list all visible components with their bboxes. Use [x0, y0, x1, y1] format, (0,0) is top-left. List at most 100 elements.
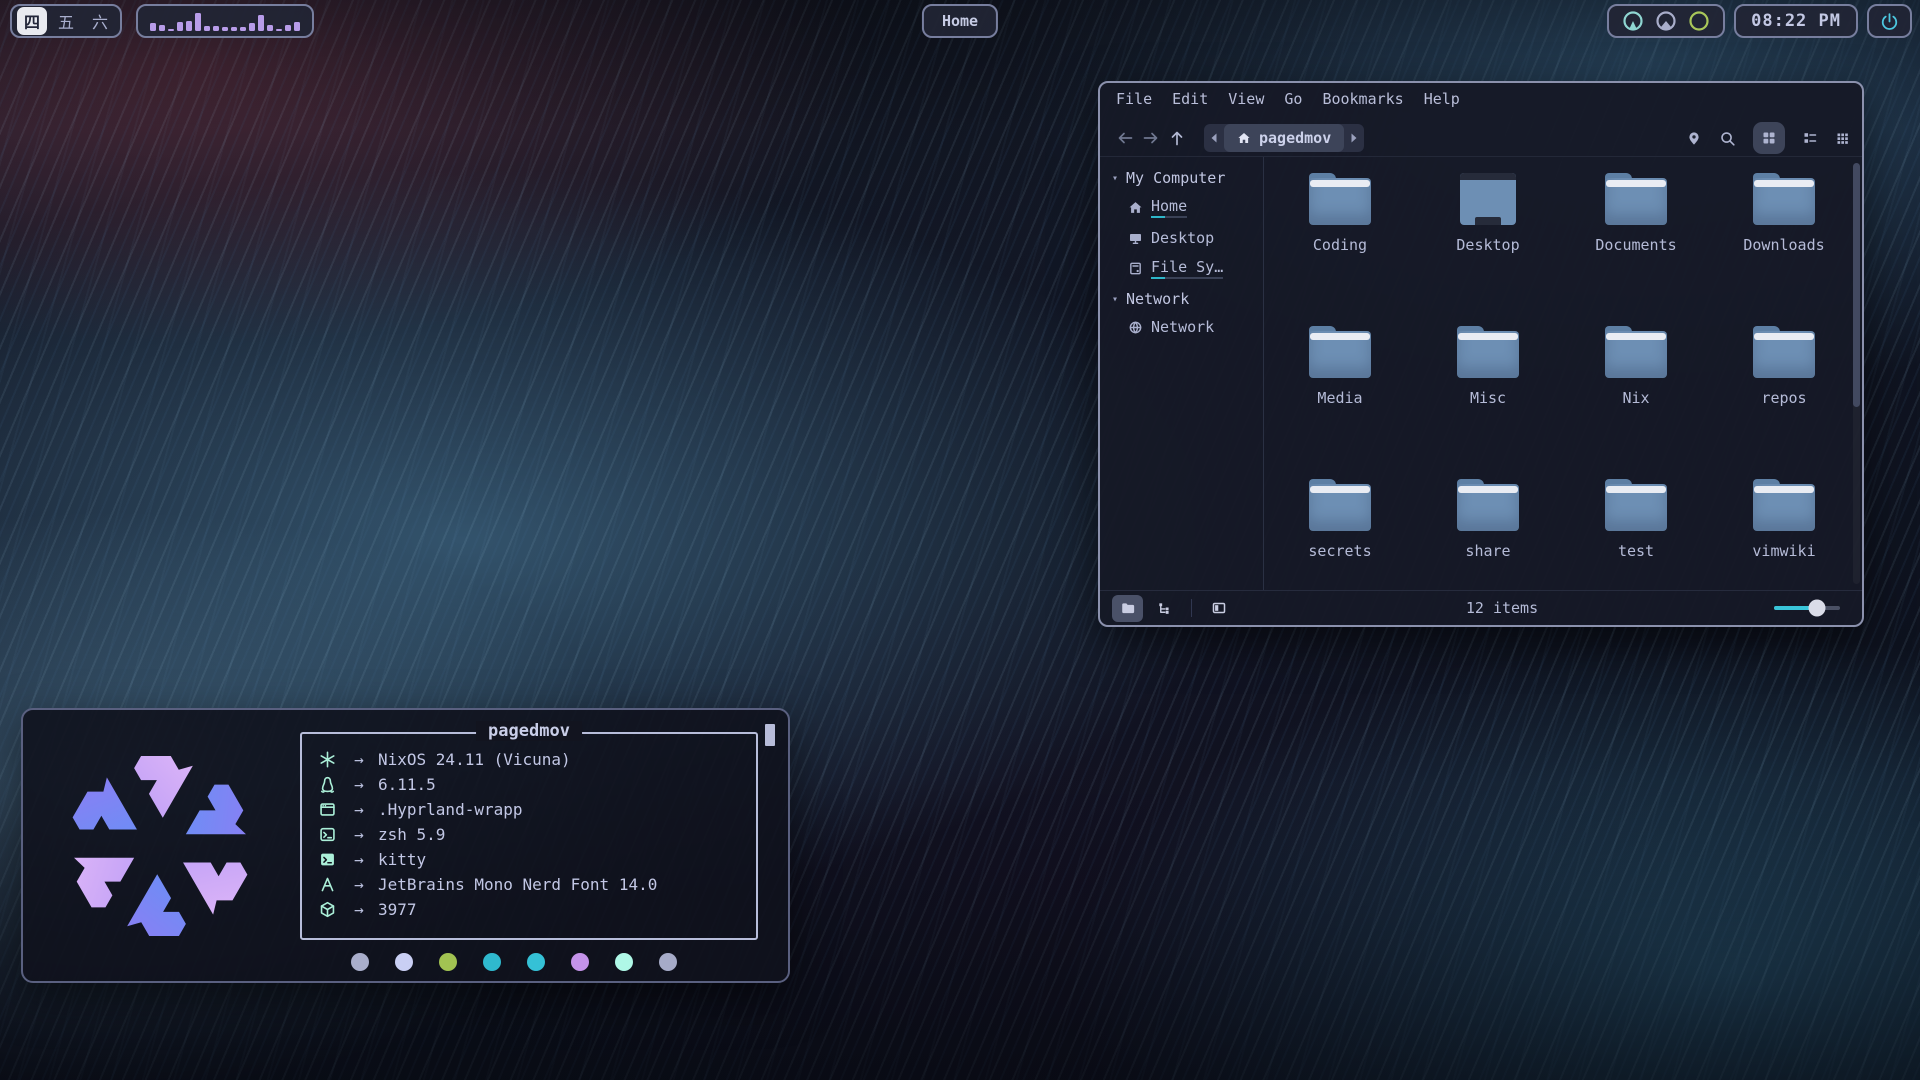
fastfetch-box: pagedmov →NixOS 24.11 (Vicuna)→6.11.5→.H…: [300, 732, 758, 940]
side-pane-toggle-button[interactable]: [1203, 595, 1234, 622]
sidebar-item-desktop[interactable]: Desktop: [1128, 229, 1259, 247]
visualizer-bar: [150, 23, 156, 31]
fastfetch-rows: →NixOS 24.11 (Vicuna)→6.11.5→.Hyprland-w…: [302, 734, 756, 922]
system-gauges[interactable]: [1607, 4, 1725, 38]
list-view-button[interactable]: [1802, 130, 1818, 146]
folder-label: secrets: [1308, 542, 1371, 560]
folder-icon: [1309, 326, 1371, 378]
visualizer-bar: [267, 25, 273, 31]
folder-vimwiki[interactable]: vimwiki: [1710, 473, 1858, 626]
folder-downloads[interactable]: Downloads: [1710, 167, 1858, 320]
folder-media[interactable]: Media: [1266, 320, 1414, 473]
visualizer-bar: [195, 13, 201, 31]
power-button[interactable]: [1867, 4, 1912, 38]
folder-desktop[interactable]: Desktop: [1414, 167, 1562, 320]
fetch-row-wm: →.Hyprland-wrapp: [314, 797, 756, 822]
folder-share[interactable]: share: [1414, 473, 1562, 626]
folder-icon: [1605, 173, 1667, 225]
chevron-down-icon: ▾: [1112, 173, 1118, 184]
folder-label: repos: [1761, 389, 1806, 407]
sidebar-item-label: File Sy…: [1151, 258, 1223, 279]
sidebar-item-label: Network: [1151, 318, 1214, 336]
visualizer-bar: [294, 22, 300, 31]
visualizer-bar: [186, 21, 192, 31]
home-side-icon: [1128, 200, 1143, 215]
folder-strip: [1606, 180, 1666, 187]
folder-nix[interactable]: Nix: [1562, 320, 1710, 473]
visualizer-bar: [213, 26, 219, 31]
scrollbar[interactable]: [1853, 163, 1860, 584]
visualizer-bar: [222, 27, 228, 31]
tree-view-toggle-button[interactable]: [1149, 595, 1180, 622]
workspace-3[interactable]: 六: [85, 7, 115, 35]
wm-icon: [314, 801, 340, 818]
gauge-icon-3: [1688, 10, 1710, 32]
terminal-cursor: [765, 724, 775, 746]
shell-icon: [314, 826, 340, 843]
drive-side-icon: [1128, 261, 1143, 276]
zoom-slider[interactable]: [1774, 606, 1840, 610]
folder-label: Nix: [1622, 389, 1649, 407]
icon-view-toggle-button[interactable]: [1112, 595, 1143, 622]
menu-edit[interactable]: Edit: [1172, 90, 1208, 120]
active-window-title-label: Home: [942, 12, 978, 30]
desktop-topbar: [1460, 173, 1516, 180]
folder-icon: [1753, 173, 1815, 225]
sidebar-section-label: Network: [1126, 290, 1189, 308]
folder-label: Documents: [1595, 236, 1676, 254]
folder-icon: [1309, 173, 1371, 225]
workspace-switcher[interactable]: 四五六: [10, 4, 122, 38]
forward-button[interactable]: [1138, 129, 1164, 147]
scrollbar-thumb[interactable]: [1853, 163, 1860, 407]
status-divider: [1191, 599, 1192, 617]
menu-view[interactable]: View: [1228, 90, 1264, 120]
folder-misc[interactable]: Misc: [1414, 320, 1562, 473]
folder-icon: [1753, 326, 1815, 378]
visualizer-bar: [168, 29, 174, 31]
visualizer-bar: [240, 27, 246, 31]
folder-view: CodingDesktop Documents Downloads MediaMisc…: [1264, 157, 1862, 590]
top-bar-right: 08:22 PM: [1607, 4, 1912, 38]
folder-secrets[interactable]: secrets: [1266, 473, 1414, 626]
folder-test[interactable]: test: [1562, 473, 1710, 626]
active-window-title[interactable]: Home: [922, 4, 998, 38]
menu-help[interactable]: Help: [1424, 90, 1460, 120]
location-pin-button[interactable]: [1686, 130, 1702, 146]
workspace-1[interactable]: 四: [17, 7, 47, 35]
clock[interactable]: 08:22 PM: [1734, 4, 1858, 38]
terminal-window[interactable]: pagedmov →NixOS 24.11 (Vicuna)→6.11.5→.H…: [21, 708, 790, 983]
folder-label: test: [1618, 542, 1654, 560]
sidebar-item-network[interactable]: Network: [1128, 318, 1259, 336]
menu-go[interactable]: Go: [1284, 90, 1302, 120]
toolbar-right: [1686, 122, 1850, 154]
workspace-2[interactable]: 五: [51, 7, 81, 35]
fetch-row-font: →JetBrains Mono Nerd Font 14.0: [314, 872, 756, 897]
folder-strip: [1310, 486, 1370, 493]
sidebar-item-home[interactable]: Home: [1128, 197, 1259, 218]
menu-bookmarks[interactable]: Bookmarks: [1322, 90, 1403, 120]
sidebar-section-network[interactable]: ▾Network: [1112, 290, 1259, 308]
folder-repos[interactable]: repos: [1710, 320, 1858, 473]
folder-coding[interactable]: Coding: [1266, 167, 1414, 320]
folder-strip: [1310, 333, 1370, 340]
sidebar-item-filesy[interactable]: File Sy…: [1128, 258, 1259, 279]
back-button[interactable]: [1112, 129, 1138, 147]
breadcrumb-prev-button[interactable]: [1204, 124, 1224, 152]
search-button[interactable]: [1719, 130, 1736, 147]
terminal-icon: [314, 851, 340, 868]
breadcrumb-next-button[interactable]: [1344, 124, 1364, 152]
compact-view-button[interactable]: [1835, 131, 1850, 146]
visualizer-bar: [177, 22, 183, 31]
breadcrumb-path-chip[interactable]: pagedmov: [1224, 124, 1344, 152]
font-icon: [314, 876, 340, 893]
visualizer-bar: [285, 25, 291, 31]
desktop-stand: [1475, 217, 1501, 225]
power-icon: [1880, 12, 1899, 31]
desktop-side-icon: [1128, 231, 1143, 246]
menu-file[interactable]: File: [1116, 90, 1152, 120]
up-button[interactable]: [1164, 129, 1190, 147]
icon-view-button[interactable]: [1753, 122, 1785, 154]
folder-documents[interactable]: Documents: [1562, 167, 1710, 320]
sidebar-section-my-computer[interactable]: ▾My Computer: [1112, 169, 1259, 187]
zoom-slider-thumb[interactable]: [1808, 600, 1825, 617]
